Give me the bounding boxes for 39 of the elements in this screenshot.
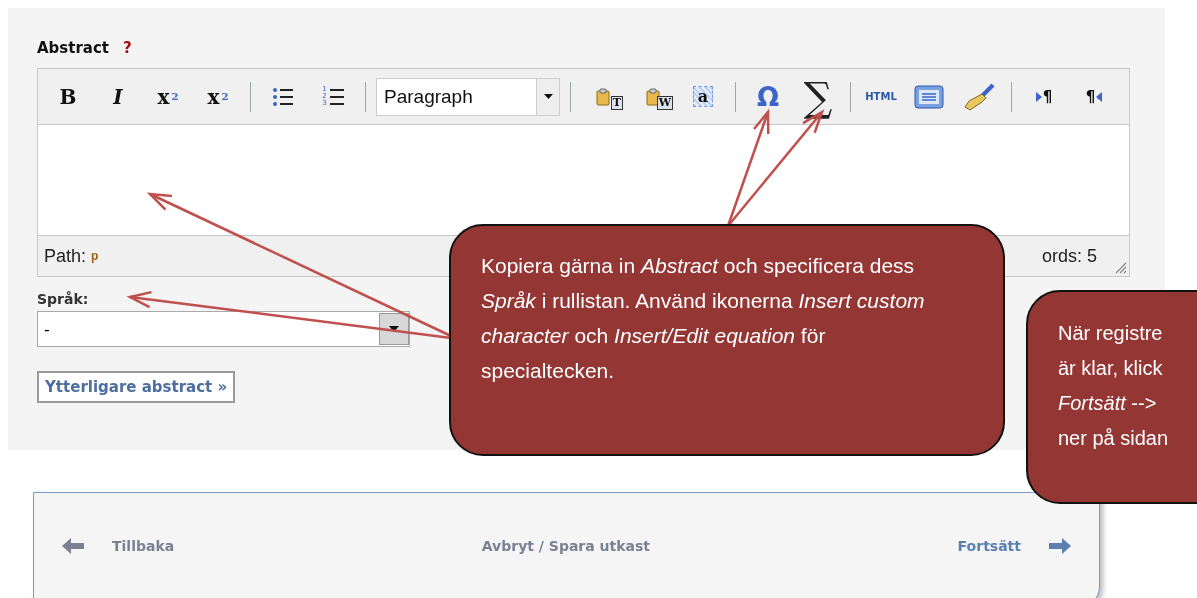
path-label: Path: [44, 245, 87, 267]
toolbar-button[interactable]: T [581, 78, 625, 115]
callout-text: ner på sidan [1058, 426, 1169, 451]
clipboard-icon [646, 87, 660, 106]
toolbar-button[interactable]: ¶ [1072, 78, 1116, 115]
toolbar-button[interactable]: ¶ [1022, 78, 1066, 115]
toolbar-button[interactable]: Ω [746, 78, 790, 115]
language-label: Språk: [37, 291, 89, 307]
caret-icon [389, 326, 399, 332]
clipboard-icon [596, 87, 610, 106]
format-dropdown[interactable]: Paragraph [376, 77, 560, 116]
cancel-save-draft-link[interactable]: Avbryt / Spara utkast [481, 538, 651, 554]
left-arrow-icon [62, 538, 84, 554]
right-arrow-icon [1049, 538, 1071, 554]
brush-icon [963, 82, 995, 111]
section-title: Abstract [37, 39, 110, 57]
caret-icon [543, 94, 553, 99]
callout-text: är klar, klick [1058, 356, 1163, 381]
help-link[interactable]: ? [123, 39, 132, 57]
callout-text: Fortsätt --> [1058, 391, 1157, 416]
resize-grip-icon [1113, 260, 1127, 274]
bullet-list-icon [272, 85, 294, 108]
toolbar-button[interactable]: HTML [861, 78, 901, 115]
toolbar-button[interactable]: I [96, 78, 140, 115]
continue-link[interactable]: Fortsätt [957, 538, 1021, 554]
add-abstract-button[interactable]: Ytterligare abstract » [37, 371, 236, 403]
callout-text: När registre [1058, 321, 1163, 346]
callout-text: Kopiera gärna in Abstract och specificera dess Språk i rullistan. Använd ikonerna Insert custom character och Insert/Edit equation för specialtecken. [481, 253, 926, 384]
window-icon [914, 84, 944, 109]
toolbar-button[interactable]: B [46, 78, 90, 115]
triangle-icon [1096, 91, 1103, 102]
back-link[interactable]: Tillbaka [112, 538, 175, 554]
toolbar-button[interactable]: a [681, 78, 725, 115]
path-element-link[interactable]: p [91, 249, 99, 263]
language-dropdown[interactable]: - [37, 311, 410, 347]
toolbar-button[interactable]: x$^{2}$ [196, 78, 240, 115]
triangle-icon [1035, 91, 1042, 102]
word-count: ords: 5 [1041, 245, 1097, 267]
toolbar-button[interactable]: W [631, 78, 675, 115]
